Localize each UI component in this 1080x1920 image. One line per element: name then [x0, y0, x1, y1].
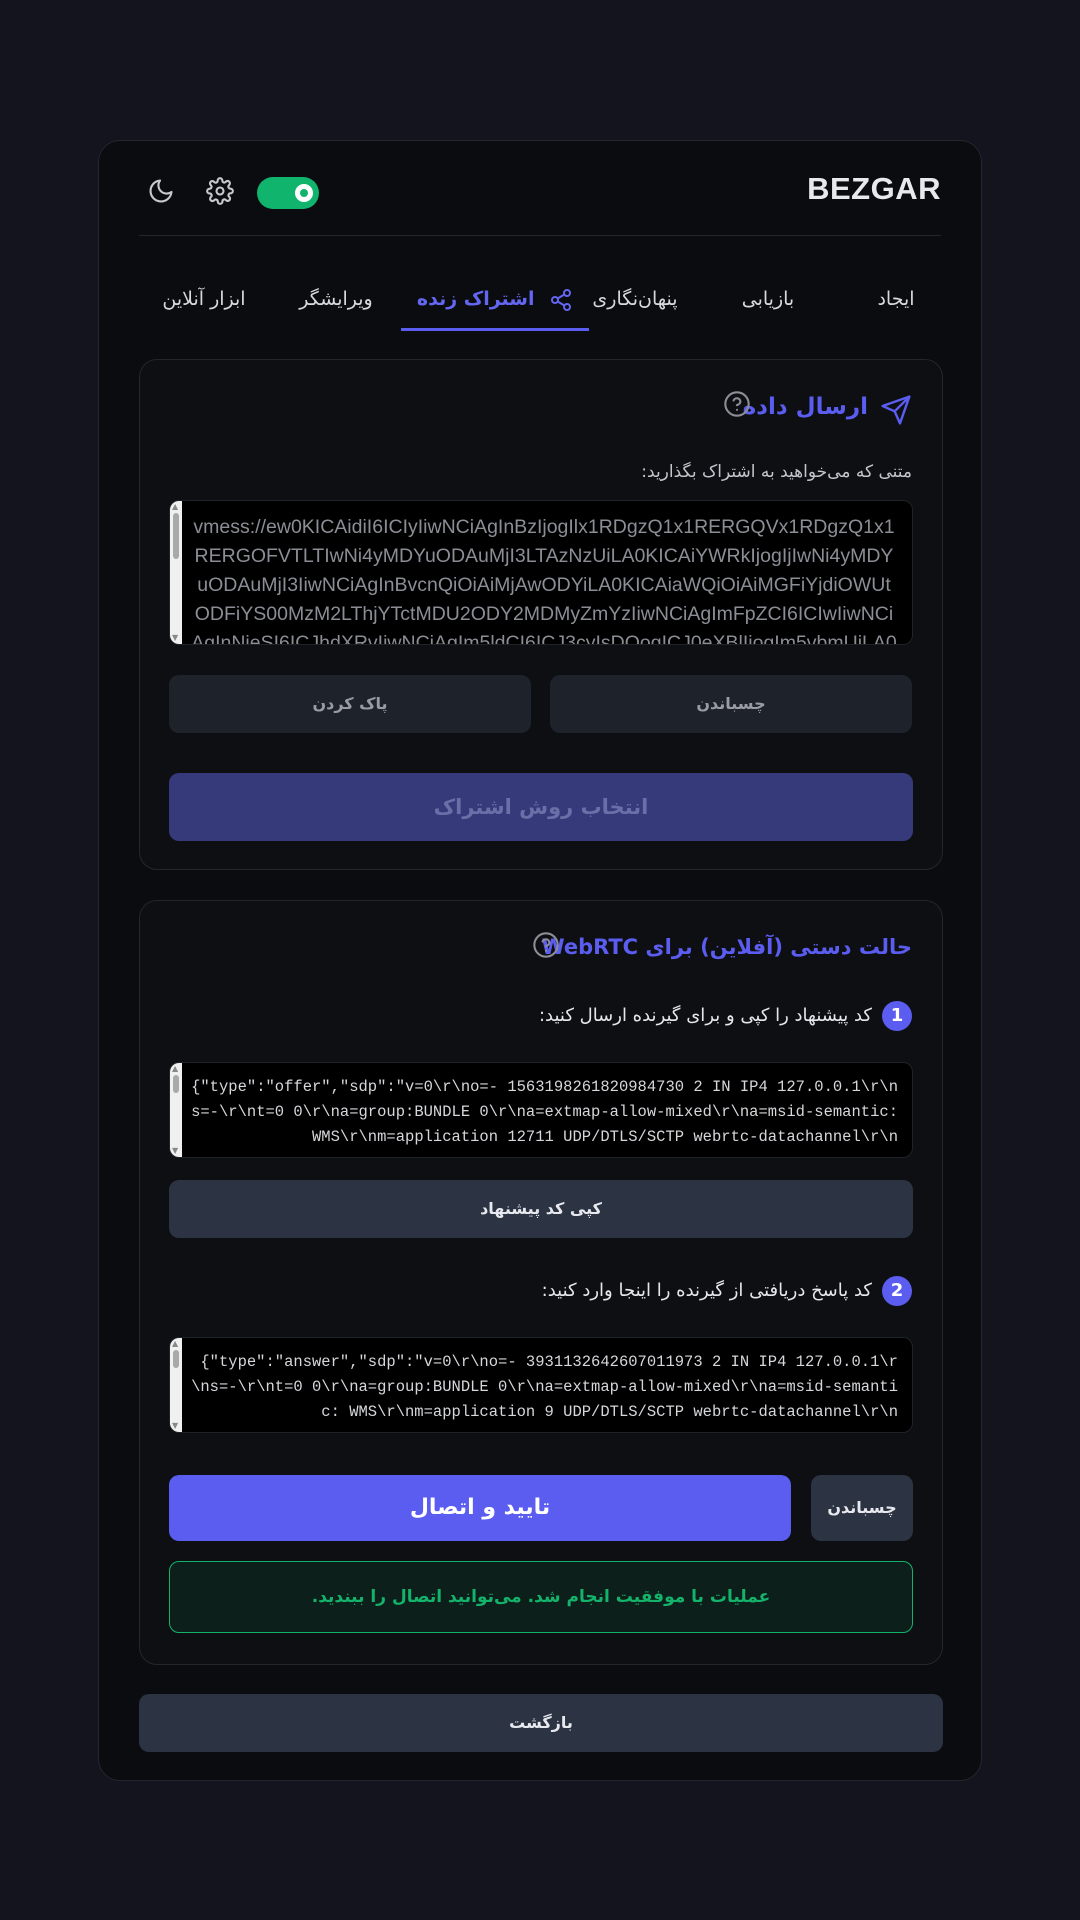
send-data-panel: ارسال داده متنی که می‌خواهید به اشتراک ب… [139, 359, 943, 870]
manual-webrtc-panel: حالت دستی (آفلاین) برای WebRTC 1 کد پیشنه… [139, 900, 943, 1665]
step-1: 1 کد پیشنهاد را کپی و برای گیرنده ارسال ک… [539, 1001, 912, 1031]
tab-live-share[interactable]: اشتراک زنده [401, 269, 589, 331]
back-button[interactable]: بازگشت [139, 1694, 943, 1752]
step-1-text: کد پیشنهاد را کپی و برای گیرنده ارسال کن… [538, 1005, 872, 1026]
answer-code-textarea[interactable]: ▲ ▼ {"type":"answer","sdp":"v=0\r\no=- 39… [169, 1337, 913, 1433]
choose-share-method-button[interactable]: انتخاب روش اشتراک [169, 773, 913, 841]
share-text-input[interactable]: ▲ ▼ vmess://ew0KICAidiI6ICIyIiwNCiAgInBzI… [169, 500, 913, 645]
offer-code-textarea[interactable]: ▲ ▼ {"type":"offer","sdp":"v=0\r\no=- 156… [169, 1062, 913, 1158]
offer-code-value: {"type":"offer","sdp":"v=0\r\no=- 156319… [191, 1078, 898, 1146]
manual-mode-title: حالت دستی (آفلاین) برای WebRTC [541, 935, 912, 959]
confirm-connect-button[interactable]: تایید و اتصال [169, 1475, 791, 1541]
scrollbar[interactable]: ▲ ▼ [170, 1063, 182, 1157]
tab-online-tools[interactable]: ابزار آنلاین [139, 269, 269, 331]
tab-bar: ایجاد بازیابی پنهان‌نگاری اشتراک زنده وی… [139, 269, 941, 331]
clear-button[interactable]: پاک کردن [169, 675, 531, 733]
step-2: 2 کد پاسخ دریافتی از گیرنده را اینجا وارد… [542, 1276, 912, 1306]
scrollbar[interactable]: ▲ ▼ [170, 1338, 182, 1432]
settings-button[interactable] [206, 177, 234, 205]
main-card: BEZGAR ایجاد بازیابی پنهان‌نگاری اشتراک … [98, 140, 982, 1781]
tab-live-share-label: اشتراک زنده [416, 288, 535, 310]
toggle-switch[interactable] [257, 177, 319, 209]
success-message: عملیات با موفقیت انجام شد. می‌توانید اتص… [169, 1561, 913, 1633]
step-2-text: کد پاسخ دریافتی از گیرنده را اینجا وارد … [541, 1280, 872, 1301]
tab-editor[interactable]: ویرایشگر [271, 269, 401, 331]
paste-button[interactable]: چسباندن [550, 675, 912, 733]
send-icon [881, 395, 911, 425]
copy-offer-button[interactable]: کپی کد پیشنهاد [169, 1180, 913, 1238]
header: BEZGAR [139, 141, 941, 236]
tab-create[interactable]: ایجاد [851, 269, 941, 331]
moon-icon [149, 179, 173, 203]
theme-button[interactable] [147, 177, 175, 205]
gear-icon [206, 177, 234, 205]
help-icon[interactable] [723, 390, 751, 418]
help-icon[interactable] [532, 931, 560, 959]
scrollbar[interactable]: ▲ ▼ [170, 501, 182, 644]
share-text-label: متنی که می‌خواهید به اشتراک بگذارید: [641, 462, 912, 482]
step-1-number: 1 [882, 1001, 912, 1031]
share-text-value: vmess://ew0KICAidiI6ICIyIiwNCiAgInBzIjog… [191, 516, 897, 645]
send-data-title: ارسال داده [742, 394, 868, 420]
paste-answer-button[interactable]: چسباندن [811, 1475, 913, 1541]
answer-code-value: {"type":"answer","sdp":"v=0\r\no=- 39311… [191, 1353, 898, 1421]
toggle-knob [295, 184, 313, 202]
share-icon [551, 288, 572, 311]
tab-recovery[interactable]: بازیابی [713, 269, 823, 331]
step-2-number: 2 [882, 1276, 912, 1306]
brand-logo: BEZGAR [807, 171, 941, 206]
